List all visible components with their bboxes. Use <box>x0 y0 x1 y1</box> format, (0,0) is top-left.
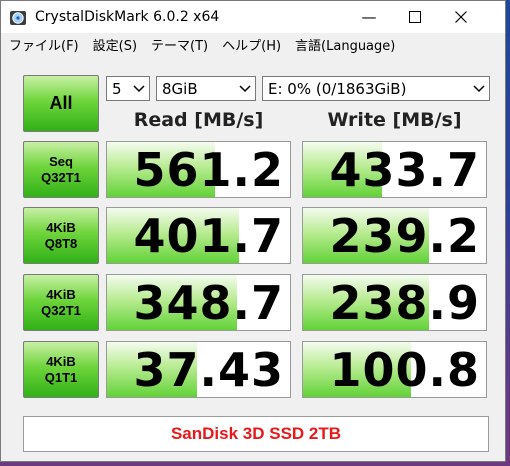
write-result: 433.7 <box>302 141 487 198</box>
test-label-line2: Q8T8 <box>44 235 78 251</box>
write-result: 100.8 <box>302 341 487 398</box>
drive-select[interactable]: E: 0% (0/1863GiB) <box>262 76 490 101</box>
menu-theme[interactable]: テーマ(T) <box>143 35 214 59</box>
menu-bar: ファイル(F) 設定(S) テーマ(T) ヘルプ(H) 言語(Language) <box>1 35 505 59</box>
read-value: 37.43 <box>133 343 284 397</box>
menu-settings[interactable]: 設定(S) <box>85 35 143 59</box>
count-select[interactable]: 5 <box>106 76 150 101</box>
count-value: 5 <box>112 79 122 98</box>
menu-help[interactable]: ヘルプ(H) <box>214 35 287 59</box>
all-button[interactable]: All <box>23 75 99 132</box>
test-button-4kib-q1t1[interactable]: 4KiB Q1T1 <box>23 341 99 398</box>
chevron-down-icon <box>133 85 145 93</box>
read-value: 401.7 <box>133 209 284 263</box>
read-value: 348.7 <box>133 276 284 330</box>
window-title: CrystalDiskMark 6.0.2 x64 <box>35 9 220 25</box>
drive-value: E: 0% (0/1863GiB) <box>268 79 407 98</box>
write-header: Write [MB/s] <box>327 109 462 131</box>
write-value: 238.9 <box>329 276 480 330</box>
test-label-line1: Seq <box>49 153 73 169</box>
minimize-button[interactable]: — <box>346 1 392 33</box>
read-result: 348.7 <box>106 274 291 331</box>
test-label-line1: 4KiB <box>46 286 76 302</box>
title-bar: CrystalDiskMark 6.0.2 x64 — <box>1 1 505 33</box>
read-result: 561.2 <box>106 141 291 198</box>
test-label-line1: 4KiB <box>46 353 76 369</box>
test-label-line2: Q1T1 <box>44 369 78 385</box>
write-value: 433.7 <box>329 143 480 197</box>
test-button-seq-q32t1[interactable]: Seq Q32T1 <box>23 141 99 198</box>
size-select[interactable]: 8GiB <box>156 76 256 101</box>
read-result: 401.7 <box>106 207 291 264</box>
test-label-line2: Q32T1 <box>41 302 81 318</box>
test-label-line2: Q32T1 <box>41 169 81 185</box>
maximize-button[interactable] <box>392 1 438 33</box>
minimize-icon: — <box>361 8 377 26</box>
read-header: Read [MB/s] <box>133 109 264 131</box>
close-button[interactable] <box>438 1 484 33</box>
menu-file[interactable]: ファイル(F) <box>1 35 85 59</box>
maximize-icon <box>409 11 421 23</box>
test-button-4kib-q32t1[interactable]: 4KiB Q32T1 <box>23 274 99 331</box>
chevron-down-icon <box>473 85 485 93</box>
comment-text: SanDisk 3D SSD 2TB <box>170 424 342 443</box>
menu-language[interactable]: 言語(Language) <box>287 35 401 59</box>
comment-field[interactable]: SanDisk 3D SSD 2TB <box>23 416 489 452</box>
read-result: 37.43 <box>106 341 291 398</box>
app-window: CrystalDiskMark 6.0.2 x64 — ファイル(F) 設定(S… <box>0 0 506 462</box>
test-button-4kib-q8t8[interactable]: 4KiB Q8T8 <box>23 207 99 264</box>
app-icon <box>10 11 26 25</box>
read-value: 561.2 <box>133 143 284 197</box>
write-result: 238.9 <box>302 274 487 331</box>
test-label-line1: 4KiB <box>46 219 76 235</box>
write-result: 239.2 <box>302 207 487 264</box>
chevron-down-icon <box>239 85 251 93</box>
close-icon <box>455 11 467 23</box>
size-value: 8GiB <box>162 79 198 98</box>
write-value: 100.8 <box>329 343 480 397</box>
write-value: 239.2 <box>329 209 480 263</box>
